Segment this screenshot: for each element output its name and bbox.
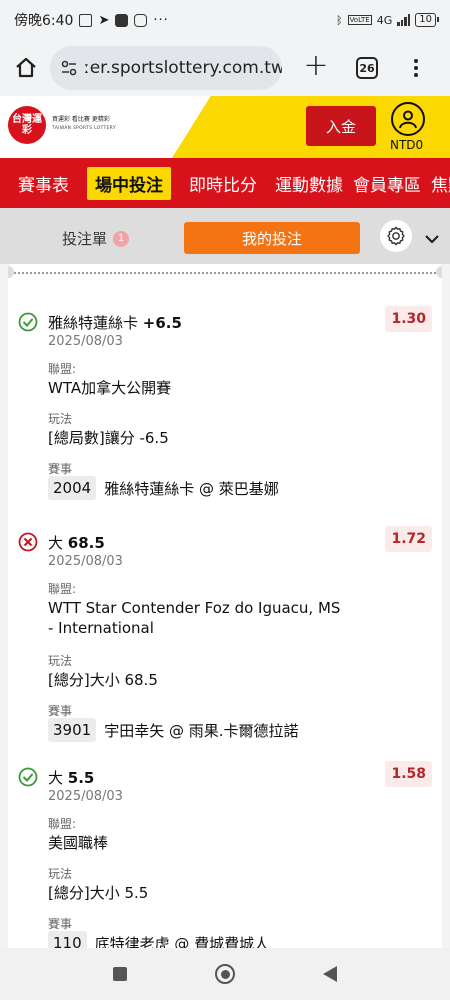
bet-odds: 1.58 [385,761,432,787]
clock: 傍晚6:40 [14,13,74,29]
won-check-icon [18,312,38,332]
system-nav-bar [0,948,450,1000]
status-bar: 傍晚6:40 ➤ ··· ᛒ VoLTE 4G 10 [0,0,450,40]
event-label: 賽事 [48,462,73,476]
logo-subtitle: TAIWAN SPORTS LOTTERY [52,126,116,131]
league-label: 聯盟: [48,362,77,376]
divider [14,272,436,274]
event-name: 雅絲特蓮絲卡 @ 萊巴基娜 [104,479,279,498]
account-balance: NTD0 [390,138,424,152]
nav-live-scores[interactable]: 即時比分 [181,167,265,200]
event-row: 3901 宇田幸矢 @ 雨果.卡爾德拉諾 [48,718,299,742]
telegram-icon: ➤ [98,12,110,28]
collapse-button[interactable] [424,230,440,249]
youtube-icon [115,13,129,27]
bluetooth-icon: ᛒ [335,13,343,27]
tab-bet-slip[interactable]: 投注單 1 [62,228,130,249]
more-notifications-icon: ··· [153,12,169,28]
event-label: 賽事 [48,917,73,931]
nav-sports-data[interactable]: 運動數據 [275,167,343,200]
home-icon [16,57,36,78]
battery-icon: 10 [415,13,439,27]
gear-icon [387,226,405,246]
ticket-notch [436,266,442,278]
signal-icon [397,14,411,26]
event-label: 賽事 [48,704,73,718]
nav-live-betting[interactable]: 場中投注 [87,166,171,200]
market-label: 玩法 [48,654,73,668]
notification-n-icon [79,13,93,27]
network-type: 4G [376,13,393,27]
bet-slip-count-badge: 1 [113,230,130,247]
league-label: 聯盟: [48,817,77,831]
site-header: 台灣運彩 買運彩 看比賽 更精彩 TAIWAN SPORTS LOTTERY 入… [0,96,450,158]
tab-switcher-button[interactable]: 26 [356,57,378,79]
bet-date: 2025/08/03 [48,789,123,804]
new-tab-button[interactable]: + [296,48,336,88]
main-nav: 賽事表 場中投注 即時比分 運動數據 會員專區 焦點 [0,158,450,208]
event-number: 3901 [48,718,97,742]
url-text: ːer.sportslottery.com.tw [84,58,282,78]
site-logo[interactable]: 台灣運彩 [8,106,46,144]
market-value: [總分]大小 5.5 [48,884,149,902]
bet-date: 2025/08/03 [48,334,123,349]
won-check-icon [18,767,38,787]
bet-odds: 1.30 [385,306,432,332]
address-bar[interactable]: ːer.sportslottery.com.tw [50,46,282,90]
back-button[interactable] [323,966,337,982]
lost-x-icon [18,532,38,552]
nav-member-area[interactable]: 會員專區 [353,167,421,200]
event-row: 2004 雅絲特蓮絲卡 @ 萊巴基娜 [48,476,279,500]
betslip-tabs: 投注單 1 我的投注 [0,208,450,264]
home-button[interactable] [10,52,42,84]
chevron-down-icon [425,235,439,244]
league-value: WTT Star Contender Foz do Iguacu, MS - I… [48,599,341,637]
browser-toolbar: ːer.sportslottery.com.tw + 26 [0,40,450,96]
site-settings-icon[interactable] [60,59,78,77]
my-bets-list: 雅絲特蓮絲卡 +6.5 1.30 2025/08/03 聯盟: WTA加拿大公開… [8,264,442,954]
bet-date: 2025/08/03 [48,554,123,569]
league-value: 美國職棒 [48,834,109,852]
league-label: 聯盟: [48,582,77,596]
nav-schedule[interactable]: 賽事表 [10,167,77,200]
event-number: 2004 [48,476,97,500]
browser-menu-button[interactable] [414,59,418,77]
user-account-icon[interactable] [391,102,425,136]
bet-selection: 大 68.5 [48,534,105,552]
market-label: 玩法 [48,412,73,426]
bet-odds: 1.72 [385,526,432,552]
home-system-button[interactable] [215,964,235,984]
market-value: [總分]大小 68.5 [48,671,158,689]
logo-tagline: 買運彩 看比賽 更精彩 [52,116,110,123]
event-name: 宇田幸矢 @ 雨果.卡爾德拉諾 [104,721,299,740]
app-icon [134,13,148,27]
nav-focus[interactable]: 焦點 [431,167,450,200]
league-value: WTA加拿大公開賽 [48,379,172,397]
bet-selection: 雅絲特蓮絲卡 +6.5 [48,314,182,332]
tab-my-bets[interactable]: 我的投注 [184,222,360,254]
bet-slip-label: 投注單 [62,230,108,248]
volte-icon: VoLTE [347,15,372,25]
recents-button[interactable] [113,967,127,981]
deposit-button[interactable]: 入金 [306,106,376,146]
settings-button[interactable] [380,220,412,252]
market-label: 玩法 [48,867,73,881]
bet-selection: 大 5.5 [48,769,95,787]
market-value: [總局數]讓分 -6.5 [48,429,169,447]
